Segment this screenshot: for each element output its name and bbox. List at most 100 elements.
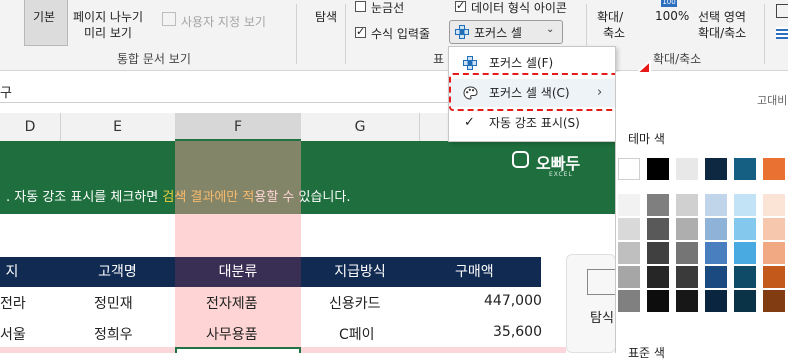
color-swatch[interactable] (763, 218, 785, 240)
cell-amount[interactable]: 447,000 (484, 293, 542, 309)
table-icon (587, 269, 617, 295)
color-palette-panel: 고대비 테마 색 표준 색 (615, 72, 788, 360)
color-swatch[interactable] (705, 158, 727, 180)
focus-cell-dropdown-button[interactable]: 포커스 셀 ⌄ (449, 20, 563, 44)
side-panel-label: 탐식 (590, 311, 614, 326)
color-swatch[interactable] (618, 290, 640, 312)
color-swatch[interactable] (763, 266, 785, 288)
ribbon-separator (296, 4, 297, 64)
cell-category[interactable]: 사무용품 (206, 324, 258, 344)
cell-region[interactable]: 서울 (0, 324, 26, 344)
arrange-icon[interactable] (776, 27, 788, 39)
cell-payment[interactable]: 신용카드 (329, 293, 381, 313)
zoom-to-selection-button[interactable]: 선택 영역 (698, 8, 746, 25)
formula-bar-label: 수식 입력줄 (371, 27, 431, 41)
color-swatch[interactable] (676, 218, 698, 240)
header-category: 대분류 (175, 257, 301, 287)
color-swatch[interactable] (734, 194, 756, 216)
color-swatch[interactable] (618, 218, 640, 240)
color-swatch[interactable] (647, 218, 669, 240)
group-show-partial: 표 (433, 52, 445, 66)
color-swatch[interactable] (647, 242, 669, 264)
header-customer: 고객명 (98, 264, 137, 280)
formula-bar-checkbox[interactable] (355, 25, 366, 38)
header-payment: 지급방식 (334, 264, 386, 280)
brand-sub: EXCEL (549, 171, 573, 178)
zoom-to-selection-label2: 확대/축소 (698, 26, 747, 40)
column-divider (419, 113, 420, 141)
color-swatch[interactable] (705, 242, 727, 264)
menu-item-auto-highlight[interactable]: ✓ 자동 강조 표시(S) (449, 109, 615, 137)
header-amount: 구매액 (455, 264, 494, 280)
normal-view-label: 기본 (33, 10, 56, 24)
cell-amount[interactable]: 35,600 (493, 324, 542, 340)
color-swatch[interactable] (734, 218, 756, 240)
menu-item-label: 자동 강조 표시(S) (489, 116, 580, 130)
column-header-g[interactable]: G (301, 113, 419, 141)
color-swatch[interactable] (734, 290, 756, 312)
cell-customer[interactable]: 정희우 (94, 324, 133, 344)
color-swatch[interactable] (618, 158, 640, 180)
cell-payment[interactable]: C페이 (339, 324, 375, 344)
color-swatch[interactable] (705, 266, 727, 288)
color-swatch[interactable] (676, 158, 698, 180)
ribbon-separator (345, 4, 346, 64)
color-swatch[interactable] (676, 194, 698, 216)
side-panel-button[interactable]: 탐식 (566, 254, 617, 353)
color-swatch[interactable] (705, 290, 727, 312)
color-swatch[interactable] (618, 266, 640, 288)
table-header: 지역 고객명 대분류 지급방식 구매액 (0, 257, 541, 310)
color-swatch[interactable] (618, 194, 640, 216)
cell-customer[interactable]: 정민재 (94, 293, 133, 313)
color-swatch[interactable] (647, 266, 669, 288)
color-swatch[interactable] (734, 242, 756, 264)
group-workbook-views: 통합 문서 보기 (117, 52, 191, 66)
color-swatch[interactable] (618, 242, 640, 264)
color-swatch[interactable] (763, 158, 785, 180)
page-break-preview-label2: 미리 보기 (84, 26, 132, 40)
new-window-icon[interactable] (776, 4, 788, 18)
color-swatch[interactable] (676, 266, 698, 288)
checkmark-icon: ✓ (464, 115, 475, 130)
zoom-100-button[interactable]: 100% (655, 9, 689, 23)
focus-column-highlight (175, 141, 301, 353)
color-swatch[interactable] (647, 290, 669, 312)
gridlines-checkbox[interactable] (355, 1, 366, 12)
color-swatch[interactable] (763, 194, 785, 216)
navigation-button[interactable]: 탐색 (315, 8, 337, 25)
color-swatch[interactable] (647, 194, 669, 216)
color-swatch[interactable] (734, 158, 756, 180)
zoom-button[interactable]: 확대/ (597, 8, 623, 25)
data-format-icons-label: 데이터 형식 아이콘 (471, 1, 567, 15)
color-swatch[interactable] (647, 158, 669, 180)
column-header-f[interactable]: F (175, 113, 301, 141)
custom-view-icon (162, 12, 176, 26)
zoom-100-icon: 100 (661, 0, 677, 7)
brand-logo-icon (512, 151, 529, 168)
gridlines-label: 눈금선 (371, 1, 405, 15)
color-swatch[interactable] (705, 218, 727, 240)
cell-category[interactable]: 전자제품 (206, 293, 258, 313)
focus-cell-icon (455, 25, 469, 39)
data-format-icons-checkbox[interactable] (455, 0, 466, 12)
theme-colors-label: 테마 색 (628, 132, 665, 146)
color-swatch[interactable] (676, 290, 698, 312)
color-swatch[interactable] (763, 242, 785, 264)
focus-cell-icon (463, 56, 477, 70)
cell-region[interactable]: 전라 (0, 293, 26, 313)
column-header-d[interactable]: D (0, 113, 60, 141)
focus-cell-label: 포커스 셀 (474, 26, 522, 40)
page-break-preview-button[interactable]: 페이지 나누기 (73, 8, 143, 25)
color-swatch[interactable] (734, 266, 756, 288)
ribbon-separator (764, 4, 765, 64)
formula-bar-text: 구 (0, 86, 12, 101)
custom-view-button[interactable]: 사용자 지정 보기 (181, 13, 266, 30)
color-swatch[interactable] (763, 290, 785, 312)
color-swatch[interactable] (705, 194, 727, 216)
color-swatch[interactable] (676, 242, 698, 264)
header-region: 지역 (5, 264, 19, 310)
high-contrast-label: 고대비 (757, 94, 788, 107)
column-header-e[interactable]: E (60, 113, 175, 141)
zoom-label2: 축소 (603, 26, 626, 40)
active-cell[interactable] (175, 347, 301, 353)
